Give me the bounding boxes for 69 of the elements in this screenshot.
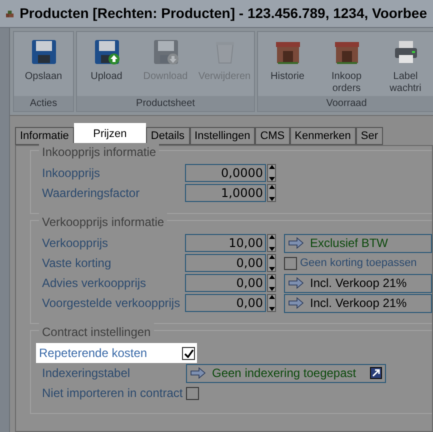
number-field[interactable]: 0,0000 (185, 164, 266, 182)
number-field[interactable]: 0,00 (185, 254, 266, 272)
field-label: Advies verkoopprijs (42, 275, 148, 292)
field-label: Repeterende kosten (39, 345, 148, 362)
group-label: Acties (14, 96, 73, 111)
number-field[interactable]: 0,00 (185, 294, 266, 312)
down-arrow-icon (268, 287, 274, 291)
tab[interactable]: Informatie (15, 127, 74, 145)
right-arrow-icon (288, 237, 304, 249)
tab[interactable]: Prijzen (74, 123, 146, 145)
group-label: Productsheet (77, 96, 254, 111)
group-label: Voorraad (258, 96, 433, 111)
up-arrow-icon (268, 255, 274, 259)
checkbox-label: Geen korting toepassen (300, 256, 417, 271)
right-arrow-icon (288, 277, 304, 289)
floppy-download-icon (152, 39, 178, 65)
number-field[interactable]: 0,00 (185, 274, 266, 292)
right-arrow-icon (288, 297, 304, 309)
toolbar-button[interactable]: Opslaan (14, 32, 73, 96)
up-arrow-icon (268, 165, 274, 169)
field-label: Niet importeren in contract (42, 385, 184, 402)
up-arrow-icon (268, 185, 274, 189)
down-arrow-icon (268, 197, 274, 201)
spin-buttons[interactable] (267, 234, 276, 252)
down-arrow-icon (268, 177, 274, 181)
field-label: Verkoopprijs (42, 235, 110, 252)
lookup-field[interactable]: Incl. Verkoop 21% (284, 294, 432, 312)
group-title: Inkoopprijs informatie (39, 143, 160, 161)
toolbar-button[interactable]: Label wachtri (376, 32, 433, 96)
open-link-icon[interactable] (370, 367, 382, 379)
shop-front-icon (334, 39, 360, 65)
floppy-upload-icon (94, 39, 120, 65)
up-arrow-icon (268, 275, 274, 279)
spin-buttons[interactable] (267, 274, 276, 292)
field-label: Inkoopprijs (42, 165, 102, 182)
printer-icon (392, 39, 418, 65)
down-arrow-icon (268, 307, 274, 311)
tab[interactable]: Ser (356, 127, 384, 145)
checkbox[interactable] (284, 256, 297, 270)
field-label: Indexeringstabel (42, 365, 132, 382)
shop-front-icon (274, 39, 300, 65)
down-arrow-icon (268, 267, 274, 271)
window-title: Producten [Rechten: Producten] - 123.456.789, 1234, Voorbee (20, 4, 427, 23)
number-field[interactable]: 1,0000 (185, 184, 266, 202)
spin-buttons[interactable] (267, 184, 276, 202)
tab[interactable]: Details (146, 127, 190, 145)
field-label: Voorgestelde verkoopprijs (42, 295, 182, 312)
checkbox[interactable] (186, 386, 199, 400)
up-arrow-icon (268, 235, 274, 239)
up-arrow-icon (268, 295, 274, 299)
lookup-field[interactable]: Incl. Verkoop 21% (284, 274, 432, 292)
spin-buttons[interactable] (267, 254, 276, 272)
tab[interactable]: Kenmerken (290, 127, 356, 145)
number-field[interactable]: 10,00 (185, 234, 266, 252)
down-arrow-icon (268, 247, 274, 251)
checkbox[interactable] (182, 346, 195, 360)
field-label: Waarderingsfactor (42, 185, 141, 202)
checkmark-icon (184, 348, 194, 358)
spin-buttons[interactable] (267, 164, 276, 182)
toolbar-button[interactable]: Upload (77, 32, 136, 96)
spin-buttons[interactable] (267, 294, 276, 312)
tab[interactable]: CMS (255, 127, 290, 145)
field-label: Vaste korting (42, 255, 112, 272)
right-arrow-icon (190, 367, 206, 379)
group-title: Contract instellingen (39, 323, 154, 341)
group-title: Verkoopprijs informatie (39, 213, 168, 231)
toolbar-button[interactable]: Historie (258, 32, 317, 96)
tab[interactable]: Instellingen (190, 127, 256, 145)
toolbar-button[interactable]: Inkoop orders (317, 32, 376, 96)
